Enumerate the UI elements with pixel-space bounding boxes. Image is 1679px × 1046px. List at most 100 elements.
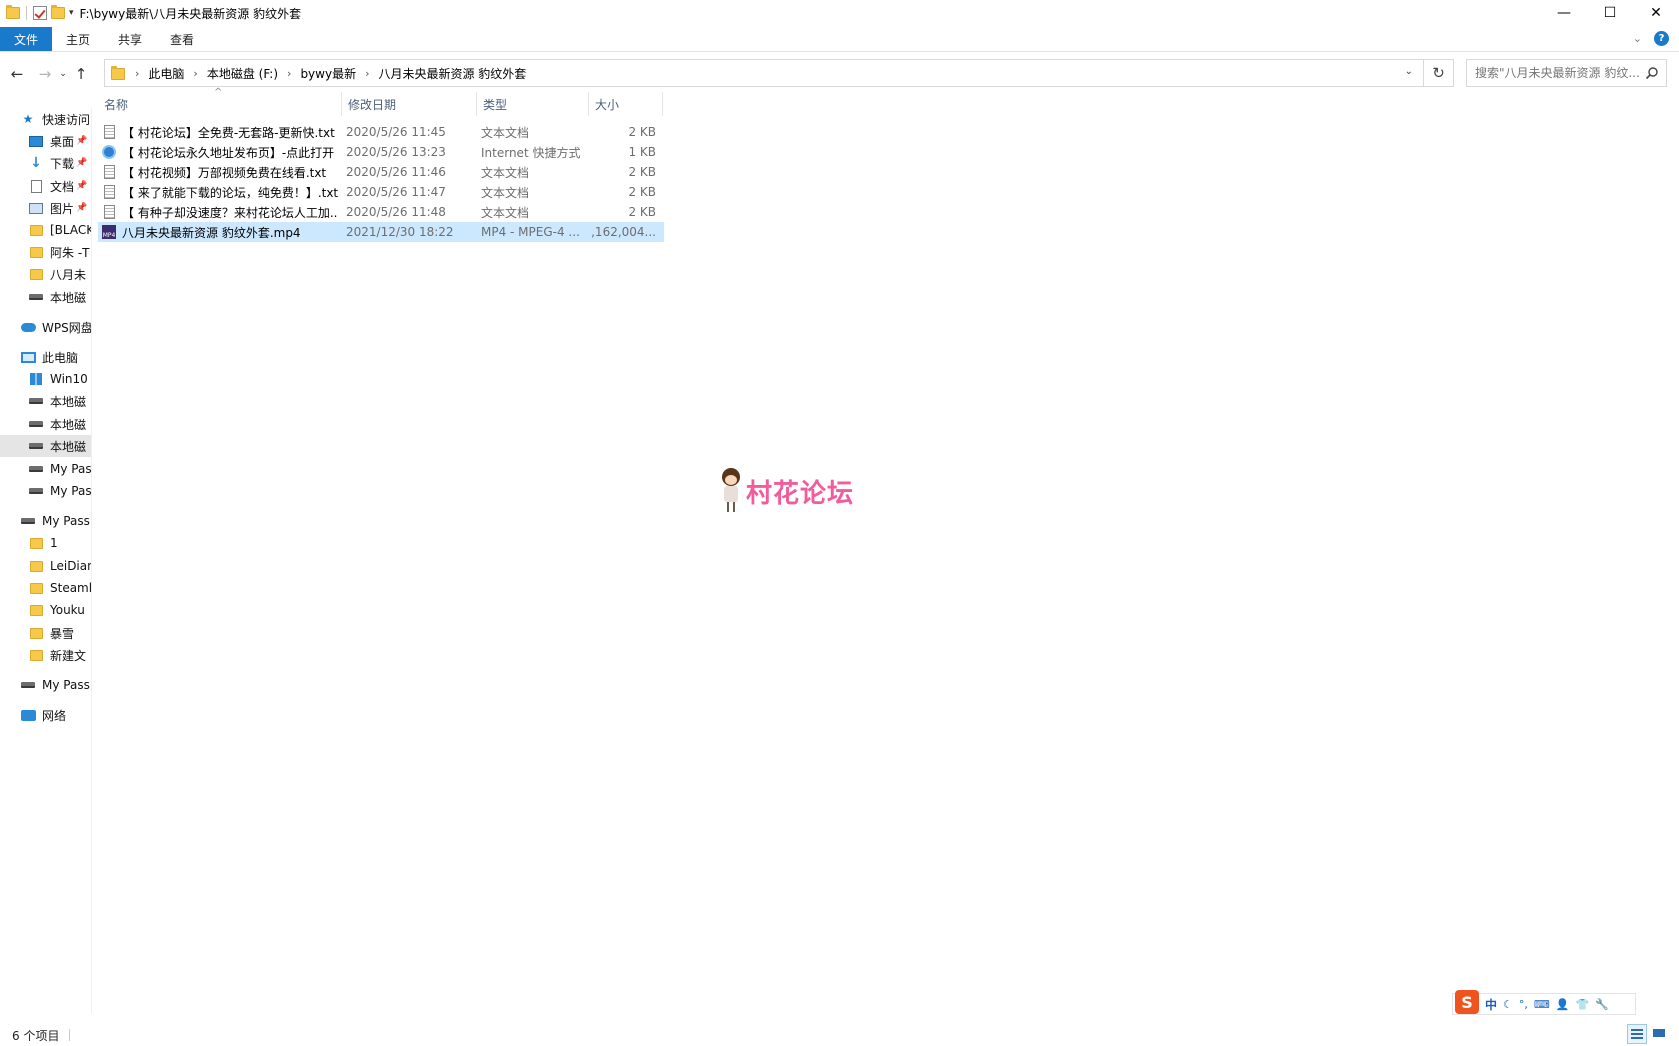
chevron-right-icon[interactable]: ›	[287, 67, 291, 80]
sidebar-item-folder[interactable]: Youku	[0, 599, 91, 621]
window-title: F:\bywy最新\八月未央最新资源 豹纹外套	[79, 6, 302, 21]
sidebar-item-folder[interactable]: LeiDian	[0, 555, 91, 577]
address-history-dropdown-icon[interactable]: ⌄	[1405, 66, 1413, 77]
sidebar-item-this-pc[interactable]: 此电脑	[0, 346, 91, 368]
sogou-logo-icon[interactable]: S	[1455, 990, 1479, 1014]
sidebar-item-downloads[interactable]: ↓ 下载 📌	[0, 152, 91, 174]
tab-share[interactable]: 共享	[104, 27, 156, 51]
search-input[interactable]	[1475, 66, 1643, 80]
sidebar-item-label: 文档	[50, 179, 75, 194]
file-type: MP4 - MPEG-4 ...	[481, 225, 580, 239]
chevron-right-icon[interactable]: ›	[135, 67, 139, 80]
file-row[interactable]: 【 有种子却没速度？来村花论坛人工加... 2020/5/26 11:48 文本…	[98, 202, 664, 222]
breadcrumb-drive-f[interactable]: 本地磁盘 (F:)	[207, 65, 278, 82]
download-icon: ↓	[30, 155, 42, 171]
half-width-icon[interactable]: ☾	[1503, 998, 1513, 1011]
sidebar-item-wps-cloud[interactable]: WPS网盘	[0, 316, 91, 338]
ime-language-mode[interactable]: 中	[1485, 996, 1497, 1013]
recent-locations-dropdown[interactable]: ⌄	[56, 69, 70, 79]
breadcrumb-this-pc[interactable]: 此电脑	[148, 65, 184, 82]
expand-ribbon-icon[interactable]: ⌄	[1633, 32, 1642, 45]
sidebar-item-drive[interactable]: 本地磁	[0, 286, 91, 308]
sidebar-item-drive[interactable]: My Pas	[0, 480, 91, 502]
settings-wrench-icon[interactable]: 🔧	[1595, 998, 1609, 1011]
search-box[interactable]	[1466, 59, 1667, 87]
sidebar-item-drive-selected[interactable]: 本地磁	[0, 435, 91, 457]
forward-button[interactable]: →	[34, 65, 56, 83]
file-row[interactable]: 【 来了就能下载的论坛，纯免费！】.txt 2020/5/26 11:47 文本…	[98, 182, 664, 202]
chevron-right-icon[interactable]: ›	[193, 67, 197, 80]
column-header-date[interactable]: 修改日期	[342, 92, 477, 116]
sidebar-item-label: LeiDian	[50, 559, 91, 573]
sidebar-item-folder[interactable]: 暴雪	[0, 622, 91, 644]
search-icon[interactable]	[1645, 66, 1659, 80]
close-button[interactable]: ✕	[1633, 0, 1679, 26]
sidebar-item-label: 桌面	[50, 134, 75, 149]
customize-toolbar-dropdown-icon[interactable]: ▾	[69, 8, 74, 18]
sidebar-item-folder[interactable]: [BLACK	[0, 219, 91, 241]
up-button[interactable]: ↑	[70, 65, 92, 83]
column-header-type[interactable]: 类型	[477, 92, 589, 116]
punctuation-icon[interactable]: °,	[1519, 998, 1528, 1011]
user-icon[interactable]: 👤	[1556, 998, 1570, 1011]
sidebar-item-documents[interactable]: 文档 📌	[0, 175, 91, 197]
file-row-selected[interactable]: MP4 八月未央最新资源 豹纹外套.mp4 2021/12/30 18:22 MP…	[98, 222, 664, 242]
sidebar-item-win10-drive[interactable]: Win10	[0, 368, 91, 390]
sidebar-item-folder[interactable]: 新建文	[0, 644, 91, 666]
drive-icon	[29, 421, 43, 427]
large-icons-view-icon	[1653, 1029, 1665, 1037]
tab-view[interactable]: 查看	[156, 27, 208, 51]
sidebar-item-desktop[interactable]: 桌面 📌	[0, 130, 91, 152]
sidebar-item-label: 本地磁	[50, 290, 87, 305]
file-row[interactable]: 【 村花论坛】全免费-无套路-更新快.txt 2020/5/26 11:45 文…	[98, 122, 664, 142]
sidebar-item-drive[interactable]: 本地磁	[0, 413, 91, 435]
text-file-icon	[103, 125, 115, 139]
maximize-button[interactable]: ☐	[1587, 0, 1633, 26]
cartoon-girl-icon	[718, 468, 744, 514]
new-folder-icon[interactable]	[51, 5, 65, 19]
breadcrumb-current-folder[interactable]: 八月未央最新资源 豹纹外套	[378, 65, 526, 82]
sidebar-item-quick-access[interactable]: ★ 快速访问	[0, 108, 91, 130]
sidebar-item-folder[interactable]: 阿朱 -T	[0, 241, 91, 263]
sidebar-item-folder[interactable]: 八月未	[0, 263, 91, 285]
file-size: 2 KB	[628, 165, 656, 179]
sidebar-item-label: 八月未	[50, 267, 87, 282]
sidebar-item-drive[interactable]: My Pas	[0, 458, 91, 480]
sidebar-item-network[interactable]: 网络	[0, 704, 91, 726]
refresh-button[interactable]: ↻	[1424, 59, 1454, 87]
file-type: 文本文档	[481, 205, 530, 220]
large-icons-view-button[interactable]	[1649, 1024, 1669, 1044]
breadcrumb-bywy[interactable]: bywy最新	[300, 65, 356, 82]
file-row[interactable]: 【 村花视频】万部视频免费在线看.txt 2020/5/26 11:46 文本文…	[98, 162, 664, 182]
details-view-button[interactable]	[1627, 1024, 1647, 1044]
column-header-row: ^ 名称 修改日期 类型 大小	[98, 87, 664, 116]
file-name: 【 村花视频】万部视频免费在线看.txt	[122, 165, 327, 180]
sidebar-item-pictures[interactable]: 图片 📌	[0, 197, 91, 219]
file-size: 2 KB	[628, 205, 656, 219]
sidebar-item-drive[interactable]: 本地磁	[0, 390, 91, 412]
help-icon[interactable]: ?	[1654, 31, 1669, 46]
minimize-button[interactable]: —	[1541, 0, 1587, 26]
column-header-name[interactable]: 名称	[98, 92, 342, 116]
file-name: 【 村花论坛永久地址发布页】-点此打开	[122, 145, 335, 160]
sidebar-item-my-passport[interactable]: My Pass	[0, 510, 91, 532]
properties-icon[interactable]	[33, 6, 47, 20]
sidebar-item-folder[interactable]: Steaml	[0, 577, 91, 599]
address-bar[interactable]: › 此电脑 › 本地磁盘 (F:) › bywy最新 › 八月未央最新资源 豹纹…	[104, 59, 1424, 87]
divider	[69, 1029, 71, 1041]
column-header-size[interactable]: 大小	[589, 92, 663, 116]
sidebar-item-label: 新建文	[50, 648, 87, 663]
skin-icon[interactable]: 👕	[1575, 998, 1589, 1011]
sidebar-item-folder[interactable]: 1	[0, 532, 91, 554]
ime-toolbar[interactable]: S 中 ☾ °, ⌨ 👤 👕 🔧	[1452, 990, 1636, 1015]
keyboard-icon[interactable]: ⌨	[1534, 998, 1550, 1011]
chevron-right-icon[interactable]: ›	[365, 67, 369, 80]
quick-access-toolbar: ▾	[0, 5, 74, 20]
sidebar-item-my-passport[interactable]: My Pass	[0, 674, 91, 696]
tab-file[interactable]: 文件	[0, 27, 52, 51]
tab-home[interactable]: 主页	[52, 27, 104, 51]
back-button[interactable]: ←	[6, 65, 28, 83]
sidebar-item-label: 1	[50, 536, 58, 550]
file-row[interactable]: 【 村花论坛永久地址发布页】-点此打开 2020/5/26 13:23 Inte…	[98, 142, 664, 162]
file-date: 2021/12/30 18:22	[346, 225, 454, 239]
